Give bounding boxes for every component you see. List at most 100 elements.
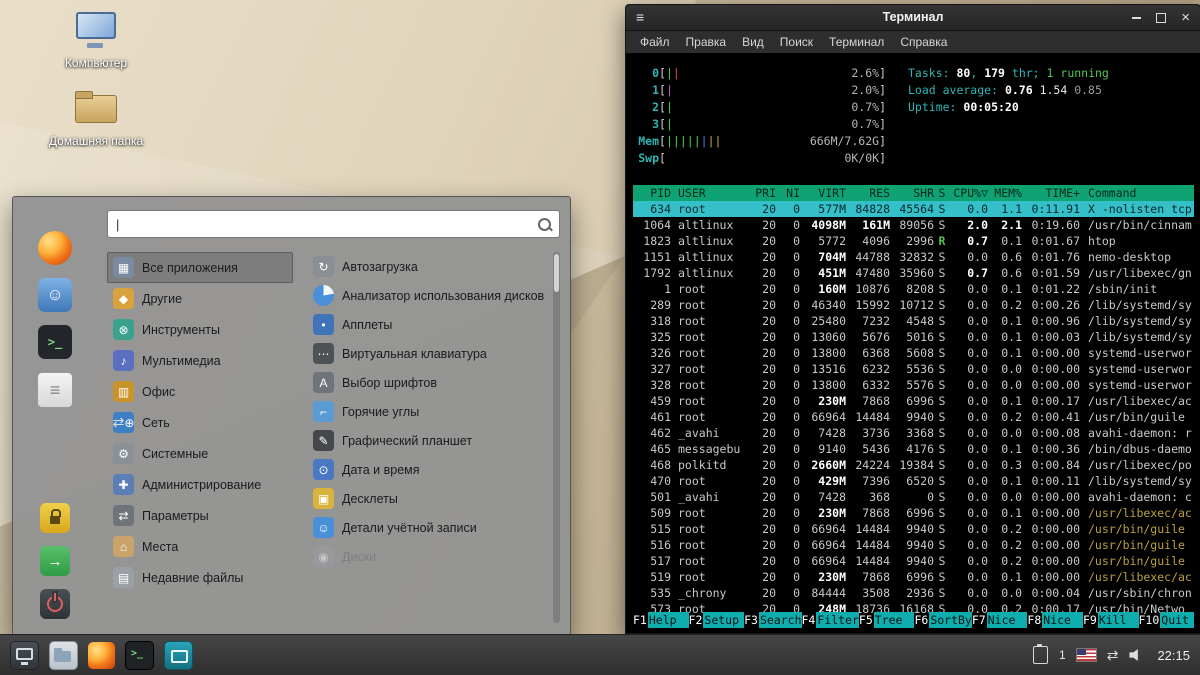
process-row[interactable]: 516 root 20 0 66964 14484 9940 S 0.0 0.2 0:00.00/u… — [633, 537, 1194, 553]
process-row[interactable]: 509 root 20 0 230M 7868 6996 S 0.0 0.1 0:00.00/usr… — [633, 505, 1194, 521]
process-row[interactable]: 327 root 20 0 13516 6232 5536 S 0.0 0.0 0:00.00 sys… — [633, 361, 1194, 377]
process-row[interactable]: 1151 altlinux 20 0 704M 44788 32832 S 0.0 0.6 0:01… — [633, 249, 1194, 265]
terminal-menu-item[interactable]: Справка — [892, 35, 955, 49]
process-row[interactable]: 328 root 20 0 13800 6332 5576 S 0.0 0.0 0:00.00 sys… — [633, 377, 1194, 393]
category-administration[interactable]: ✚ Администрирование — [107, 469, 293, 500]
screenshot-launcher[interactable] — [164, 640, 193, 670]
terminal-launcher[interactable] — [125, 640, 154, 670]
files-launcher[interactable] — [49, 640, 78, 670]
process-row[interactable]: 1064 altlinux 20 0 4098M 161M 89056 S 2.0 2.1 0:19… — [633, 217, 1194, 233]
lock-screen-icon[interactable] — [40, 503, 70, 533]
column-header-shr[interactable]: SHR — [890, 185, 934, 201]
process-row[interactable]: 517 root 20 0 66964 14484 9940 S 0.0 0.2 0:00.00/u… — [633, 553, 1194, 569]
column-header-virt[interactable]: VIRT — [800, 185, 846, 201]
function-key-f3[interactable]: F3 Search — [744, 612, 802, 628]
column-header-pid[interactable]: PID — [633, 185, 671, 201]
applications-scrollbar[interactable] — [553, 252, 560, 623]
category-network[interactable]: ⊕ Сеть — [107, 407, 293, 438]
category-other[interactable]: ◆ Другие — [107, 283, 293, 314]
keyboard-layout-flag[interactable] — [1075, 648, 1097, 662]
scrollbar-thumb[interactable] — [554, 254, 559, 292]
category-multimedia[interactable]: ♪ Мультимедиа — [107, 345, 293, 376]
column-header-mem[interactable]: MEM% — [988, 185, 1022, 201]
column-header-time[interactable]: TIME+ — [1022, 185, 1080, 201]
network-icon[interactable] — [1107, 647, 1119, 664]
terminal-titlebar[interactable]: ≡ Терминал × — [626, 5, 1200, 31]
category-tools[interactable]: ⊗ Инструменты — [107, 314, 293, 345]
contacts-icon[interactable] — [38, 278, 72, 312]
category-places[interactable]: ⌂ Места — [107, 531, 293, 562]
process-row[interactable]: 462 _avahi 20 0 7428 3736 3368 S 0.0 0.0 0:00.08 av… — [633, 425, 1194, 441]
function-key-f1[interactable]: F1 Help — [633, 612, 689, 628]
app-desklets[interactable]: ▣ Десклеты — [307, 484, 550, 513]
terminal-menu-item[interactable]: Терминал — [821, 35, 892, 49]
function-key-f6[interactable]: F6 SortBy — [914, 612, 972, 628]
text-editor-icon[interactable] — [37, 372, 73, 408]
terminal-menu-item[interactable]: Поиск — [772, 35, 821, 49]
terminal-menu-item[interactable]: Правка — [678, 35, 735, 49]
column-header-ni[interactable]: NI — [776, 185, 800, 201]
process-row[interactable]: 461 root 20 0 66964 14484 9940 S 0.0 0.2 0:00.41/u… — [633, 409, 1194, 425]
function-key-f5[interactable]: F5 Tree — [859, 612, 915, 628]
process-row[interactable]: 501 _avahi 20 0 7428 368 0 S 0.0 0.0 0:00.00 avahi-… — [633, 489, 1194, 505]
maximize-button[interactable] — [1156, 12, 1167, 23]
process-row[interactable]: 634 root 20 0 577M 84828 45564 S 0.0 1.1 0:11.91 X … — [633, 201, 1194, 217]
terminal-menu-item[interactable]: Файл — [632, 35, 678, 49]
process-row[interactable]: 470 root 20 0 429M 7396 6520 S 0.0 0.1 0:00.11/lib… — [633, 473, 1194, 489]
function-key-f10[interactable]: F10 Quit — [1139, 612, 1195, 628]
process-row[interactable]: 326 root 20 0 13800 6368 5608 S 0.0 0.1 0:00.00 sys… — [633, 345, 1194, 361]
firefox-launcher[interactable] — [88, 641, 115, 669]
category-office[interactable]: ▥ Офис — [107, 376, 293, 407]
app-hot-corners[interactable]: ⌐ Горячие углы — [307, 397, 550, 426]
app-disks[interactable]: ◉ Диски — [307, 542, 550, 571]
app-virtual-keyboard[interactable]: ⋯ Виртуальная клавиатура — [307, 339, 550, 368]
process-row[interactable]: 519 root 20 0 230M 7868 6996 S 0.0 0.1 0:00.00/usr… — [633, 569, 1194, 585]
process-row[interactable]: 465 messagebu 20 0 9140 5436 4176 S 0.0 0.1 0:00.3… — [633, 441, 1194, 457]
terminal-icon[interactable] — [38, 325, 72, 359]
process-row[interactable]: 289 root 20 0 46340 15992 10712 S 0.0 0.2 0:00.26/… — [633, 297, 1194, 313]
function-key-f2[interactable]: F2 Setup — [689, 612, 745, 628]
process-row[interactable]: 1 root 20 0 160M 10876 8208 S 0.0 0.1 0:01.22/sbin… — [633, 281, 1194, 297]
function-key-f8[interactable]: F8Nice + — [1027, 612, 1083, 633]
computer-shortcut[interactable]: Компьютер — [65, 12, 127, 70]
column-header-cpu[interactable]: CPU%▽ — [950, 185, 988, 201]
process-row[interactable]: 535 _chrony 20 0 84444 3508 2936 S 0.0 0.0 0:00.04… — [633, 585, 1194, 601]
app-date-time[interactable]: ⊙ Дата и время — [307, 455, 550, 484]
function-key-f7[interactable]: F7Nice - — [972, 612, 1028, 633]
app-applets[interactable]: • Апплеты — [307, 310, 550, 339]
menu-search-input[interactable] — [121, 216, 538, 232]
category-system[interactable]: ⚙ Системные — [107, 438, 293, 469]
column-header-user[interactable]: USER — [671, 185, 748, 201]
column-header-command[interactable]: Command — [1080, 185, 1194, 201]
category-preferences[interactable]: ⇄ Параметры — [107, 500, 293, 531]
process-row[interactable]: 1792 altlinux 20 0 451M 47480 35960 S 0.7 0.6 0:01… — [633, 265, 1194, 281]
firefox-icon[interactable] — [38, 231, 72, 265]
shutdown-icon[interactable] — [40, 589, 70, 619]
notification-number[interactable]: 1 — [1059, 648, 1066, 662]
app-startup-applications[interactable]: ↻ Автозагрузка — [307, 252, 550, 281]
menu-button[interactable] — [10, 640, 39, 670]
close-button[interactable]: × — [1181, 5, 1190, 30]
process-row[interactable]: 515 root 20 0 66964 14484 9940 S 0.0 0.2 0:00.00/u… — [633, 521, 1194, 537]
process-row[interactable]: 1823 altlinux 20 0 5772 4096 2996 R 0.7 0.1 0:01.6… — [633, 233, 1194, 249]
column-header-pri[interactable]: PRI — [748, 185, 776, 201]
column-header-res[interactable]: RES — [846, 185, 890, 201]
column-header-s[interactable]: S — [934, 185, 950, 201]
function-key-f4[interactable]: F4 Filter — [802, 612, 859, 628]
process-row[interactable]: 318 root 20 0 25480 7232 4548 S 0.0 0.1 0:00.96/li… — [633, 313, 1194, 329]
logout-icon[interactable] — [40, 546, 70, 576]
clipboard-icon[interactable] — [1033, 644, 1049, 664]
app-graphics-tablet[interactable]: ✎ Графический планшет — [307, 426, 550, 455]
function-key-f9[interactable]: F9 Kill — [1083, 612, 1139, 628]
category-all-applications[interactable]: ▦ Все приложения — [107, 252, 293, 283]
terminal-content[interactable]: 0[|| 2.6%] 1[| 2.0%] 2[| 0.7%] 3[| 0.7%] Mem[|||… — [626, 53, 1200, 633]
app-account-details[interactable]: ☺ Детали учётной записи — [307, 513, 550, 542]
home-folder-shortcut[interactable]: Домашняя папка — [49, 90, 143, 148]
terminal-menu-item[interactable]: Вид — [734, 35, 772, 49]
process-row[interactable]: 468 polkitd 20 0 2660M 24224 19384 S 0.0 0.3 0:00.… — [633, 457, 1194, 473]
volume-icon[interactable] — [1129, 649, 1138, 661]
app-disk-usage-analyzer[interactable]: Анализатор использования дисков — [307, 281, 550, 310]
minimize-button[interactable] — [1132, 16, 1142, 19]
process-row[interactable]: 325 root 20 0 13060 5676 5016 S 0.0 0.1 0:00.03/li… — [633, 329, 1194, 345]
menu-search-box[interactable]: | — [107, 210, 560, 238]
